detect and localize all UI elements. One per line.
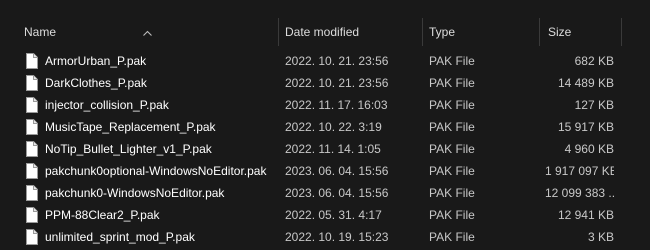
file-icon [26,119,38,135]
file-size: 1 917 097 KB [545,164,614,178]
file-row[interactable]: pakchunk0-WindowsNoEditor.pak 2023. 06. … [0,182,650,204]
file-date: 2023. 06. 04. 15:56 [285,164,389,178]
file-type: PAK File [429,142,475,156]
file-name: injector_collision_P.pak [45,98,169,112]
file-row[interactable]: injector_collision_P.pak 2022. 11. 17. 1… [0,94,650,116]
file-date: 2022. 11. 17. 16:03 [285,98,388,112]
file-size: 12 941 KB [557,208,614,222]
file-name: ArmorUrban_P.pak [45,54,147,68]
file-icon [26,75,38,91]
file-name: pakchunk0-WindowsNoEditor.pak [45,186,225,200]
file-icon [26,185,38,201]
file-name: PPM-88Clear2_P.pak [45,208,160,222]
file-type: PAK File [429,230,475,244]
column-header-bar: Name Date modified Type Size [0,14,650,50]
file-icon [26,207,38,223]
file-type: PAK File [429,54,475,68]
file-row[interactable]: MusicTape_Replacement_P.pak 2022. 10. 22… [0,116,650,138]
file-size: 4 960 KB [564,142,614,156]
file-date: 2022. 10. 19. 15:23 [285,230,389,244]
file-type: PAK File [429,208,475,222]
file-name: unlimited_sprint_mod_P.pak [45,230,195,244]
file-date: 2022. 05. 31. 4:17 [285,208,382,222]
column-header-type[interactable]: Type [429,14,455,50]
file-date: 2022. 10. 22. 3:19 [285,120,382,134]
file-name: MusicTape_Replacement_P.pak [45,120,216,134]
file-type: PAK File [429,186,475,200]
file-size: 14 489 KB [557,76,614,90]
file-type: PAK File [429,98,475,112]
column-header-size[interactable]: Size [548,14,571,50]
file-icon [26,229,38,245]
column-divider-type[interactable] [539,18,540,46]
file-row[interactable]: PPM-88Clear2_P.pak 2022. 05. 31. 4:17 PA… [0,204,650,226]
file-row[interactable]: unlimited_sprint_mod_P.pak 2022. 10. 19.… [0,226,650,248]
file-explorer: Name Date modified Type Size ArmorUrban_… [0,0,650,250]
column-header-name[interactable]: Name [24,14,56,50]
file-name: DarkClothes_P.pak [45,76,147,90]
file-icon [26,163,38,179]
file-icon [26,53,38,69]
file-date: 2022. 11. 14. 1:05 [285,142,381,156]
file-name: NoTip_Bullet_Lighter_v1_P.pak [45,142,212,156]
file-size: 682 KB [574,54,614,68]
file-date: 2023. 06. 04. 15:56 [285,186,389,200]
file-date: 2022. 10. 21. 23:56 [285,76,389,90]
file-icon [26,97,38,113]
file-type: PAK File [429,76,475,90]
file-row[interactable]: ArmorUrban_P.pak 2022. 10. 21. 23:56 PAK… [0,50,650,72]
file-row[interactable]: NoTip_Bullet_Lighter_v1_P.pak 2022. 11. … [0,138,650,160]
file-list: ArmorUrban_P.pak 2022. 10. 21. 23:56 PAK… [0,50,650,248]
file-type: PAK File [429,120,475,134]
file-size: 127 KB [574,98,614,112]
file-row[interactable]: pakchunk0optional-WindowsNoEditor.pak 20… [0,160,650,182]
column-divider-size[interactable] [621,18,622,46]
column-divider-date[interactable] [422,18,423,46]
file-size: 15 917 KB [557,120,614,134]
column-divider-name[interactable] [278,18,279,46]
file-size: 3 KB [587,230,614,244]
file-type: PAK File [429,164,475,178]
chevron-up-icon [142,28,153,39]
file-name: pakchunk0optional-WindowsNoEditor.pak [45,164,267,178]
file-size: 12 099 383 ... [545,186,614,200]
file-row[interactable]: DarkClothes_P.pak 2022. 10. 21. 23:56 PA… [0,72,650,94]
file-date: 2022. 10. 21. 23:56 [285,54,389,68]
column-header-date[interactable]: Date modified [285,14,359,50]
file-icon [26,141,38,157]
